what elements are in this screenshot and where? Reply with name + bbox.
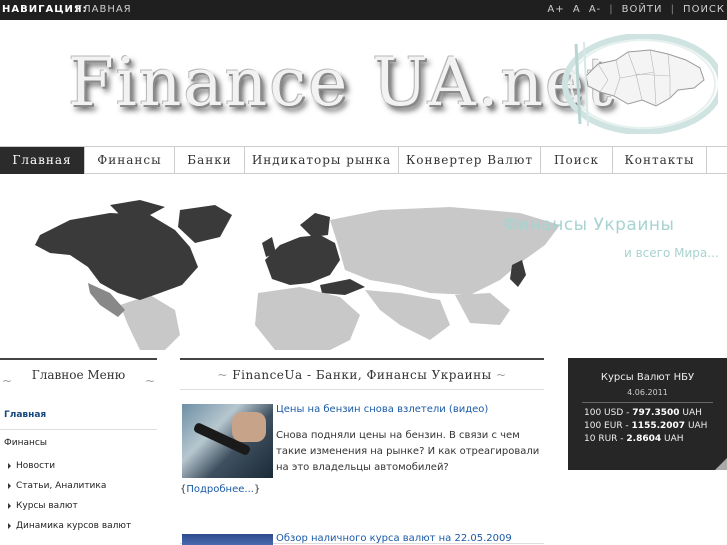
bullet-icon [8, 462, 11, 469]
ornament-icon: ~ [217, 368, 228, 382]
article-headline[interactable]: Обзор наличного курса валют на 22.05.200… [276, 533, 512, 544]
sidebar-item-label: Статьи, Аналитика [16, 481, 107, 491]
menu-item-finance[interactable]: Финансы [85, 147, 175, 174]
thumbnail-hand [232, 412, 266, 442]
module-title-text: Главное Меню [31, 368, 126, 382]
rates-date: 4.06.2011 [627, 388, 668, 397]
menu-item-banks[interactable]: Банки [175, 147, 245, 174]
sidebar-item-rate-dynamics[interactable]: Динамика курсов валют [0, 516, 157, 536]
rate-value: 1155.2007 [631, 421, 686, 431]
content-title-text: FinanceUa - Банки, Финансы Украины [232, 368, 492, 382]
bullet-icon [8, 522, 11, 529]
menu-item-search[interactable]: Поиск [541, 147, 613, 174]
sidebar-item-articles[interactable]: Статьи, Аналитика [0, 476, 157, 496]
rates-title: Курсы Валют НБУ [600, 372, 695, 383]
rate-label: 100 EUR - [584, 421, 632, 431]
font-reset-button[interactable]: A [573, 4, 581, 15]
read-more-link[interactable]: {Подробнее...} [180, 484, 260, 495]
bullet-icon [8, 482, 11, 489]
menu-item-market-indicators[interactable]: Индикаторы рынка [245, 147, 399, 174]
ukraine-map-icon [562, 34, 718, 134]
menu-item-contacts[interactable]: Контакты [613, 147, 707, 174]
rate-value: 797.3500 [632, 408, 680, 418]
main-content: ~ FinanceUa - Банки, Финансы Украины ~ Ц… [180, 358, 544, 545]
sidebar-item-home[interactable]: Главная [0, 400, 157, 430]
rate-row-usd: 100 USD - 797.3500 UAH [584, 408, 702, 418]
main-menu-module-title: ~ Главное Меню ~ [0, 358, 157, 400]
sidebar-item-label: Новости [16, 461, 56, 471]
login-link[interactable]: ВОЙТИ [622, 4, 663, 15]
rate-unit: UAH [679, 408, 702, 418]
font-decrease-button[interactable]: A- [589, 4, 601, 15]
divider: | [670, 4, 676, 15]
menu-item-home[interactable]: Главная [0, 147, 85, 174]
ornament-icon: ~ [496, 368, 507, 382]
font-increase-button[interactable]: A+ [547, 4, 564, 15]
banner-slogan: Финансы Украины [503, 215, 675, 235]
search-link[interactable]: ПОИСК [683, 4, 725, 15]
read-more-label: Подробнее... [186, 484, 254, 495]
currency-rates-box: Курсы Валют НБУ 4.06.2011 100 USD - 797.… [568, 358, 727, 470]
navigation-label: НАВИГАЦИЯ: [2, 4, 88, 15]
sidebar-item-finance[interactable]: Финансы [0, 430, 157, 456]
rate-unit: UAH [685, 421, 708, 431]
rate-value: 2.8604 [626, 434, 662, 444]
rate-unit: UAH [661, 434, 684, 444]
top-navigation-bar: НАВИГАЦИЯ: ГЛАВНАЯ A+ A A- | ВОЙТИ | ПОИСК [0, 0, 727, 20]
article-headline[interactable]: Цены на бензин снова взлетели (видео) [276, 404, 488, 415]
sidebar-menu: Главная Финансы Новости Статьи, Аналитик… [0, 400, 157, 536]
article-item: Цены на бензин снова взлетели (видео) Сн… [180, 404, 544, 544]
ornament-icon: ~ [2, 374, 13, 388]
ornament-icon: ~ [144, 374, 155, 388]
site-logo[interactable]: Finance UA.net [68, 44, 615, 121]
left-sidebar: ~ Главное Меню ~ Главная Финансы Новости… [0, 358, 157, 536]
site-header: Finance UA.net [0, 20, 727, 145]
brace-close: } [253, 484, 261, 495]
world-map-icon [35, 200, 560, 350]
main-menu: Главная Финансы Банки Индикаторы рынка К… [0, 146, 727, 174]
divider: | [609, 4, 614, 15]
breadcrumb-home[interactable]: ГЛАВНАЯ [76, 4, 132, 15]
fold-corner-icon [715, 458, 727, 470]
topbar-tools: A+ A A- | ВОЙТИ | ПОИСК [543, 4, 725, 15]
article-thumbnail[interactable] [182, 534, 273, 545]
rate-label: 10 RUR - [584, 434, 627, 444]
menu-item-currency-converter[interactable]: Конвертер Валют [399, 147, 541, 174]
bullet-icon [8, 502, 11, 509]
article-item: Обзор наличного курса валют на 22.05.200… [180, 532, 544, 545]
article-thumbnail[interactable] [182, 404, 273, 478]
rate-row-rur: 10 RUR - 2.8604 UAH [584, 434, 684, 444]
banner-slogan-secondary: и всего Мира... [624, 246, 719, 260]
sidebar-item-news[interactable]: Новости [0, 456, 157, 476]
sidebar-item-label: Динамика курсов валют [16, 521, 132, 531]
rate-row-eur: 100 EUR - 1155.2007 UAH [584, 421, 707, 431]
sidebar-item-label: Курсы валют [16, 501, 78, 511]
content-title: ~ FinanceUa - Банки, Финансы Украины ~ [180, 358, 544, 390]
sidebar-item-rates[interactable]: Курсы валют [0, 496, 157, 516]
rate-label: 100 USD - [584, 408, 633, 418]
article-intro: Снова подняли цены на бензин. В связи с … [276, 430, 540, 473]
world-map-banner: Финансы Украины и всего Мира... [0, 175, 727, 350]
divider [582, 402, 713, 403]
